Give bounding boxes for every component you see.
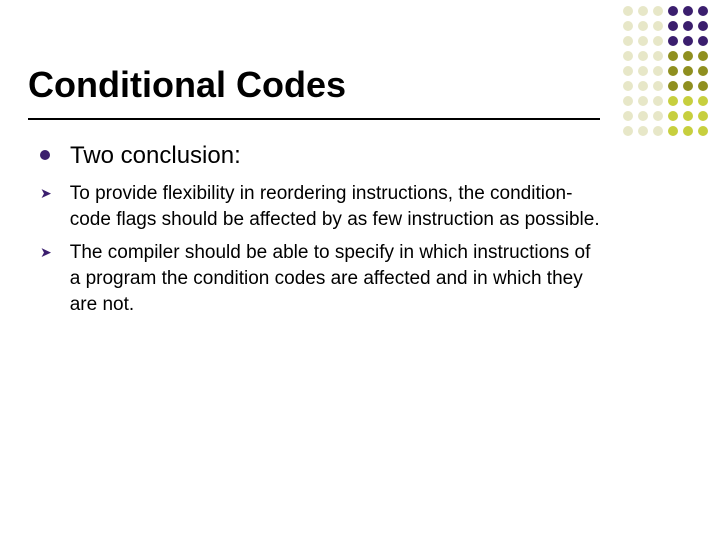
deco-dot-icon [668, 51, 678, 61]
deco-dot-icon [653, 36, 663, 46]
deco-dot-icon [623, 21, 633, 31]
deco-dot-icon [653, 96, 663, 106]
bullet-text: Two conclusion: [70, 140, 241, 171]
deco-dot-icon [638, 126, 648, 136]
deco-dot-icon [683, 126, 693, 136]
deco-dot-icon [653, 66, 663, 76]
bullet-row: Two conclusion: [40, 140, 600, 171]
deco-dot-icon [683, 51, 693, 61]
deco-dot-icon [653, 111, 663, 121]
deco-dot-icon [623, 81, 633, 91]
deco-dot-icon [698, 21, 708, 31]
deco-dot-icon [668, 81, 678, 91]
deco-dot-icon [653, 126, 663, 136]
deco-dot-icon [653, 21, 663, 31]
deco-dot-icon [698, 126, 708, 136]
deco-dot-icon [683, 66, 693, 76]
deco-dot-icon [623, 51, 633, 61]
deco-dot-icon [638, 96, 648, 106]
deco-dot-icon [638, 51, 648, 61]
deco-dot-icon [698, 111, 708, 121]
deco-dot-icon [653, 6, 663, 16]
deco-dot-icon [623, 111, 633, 121]
deco-dot-icon [698, 36, 708, 46]
deco-dot-icon [623, 36, 633, 46]
deco-dot-icon [638, 6, 648, 16]
deco-dot-icon [638, 66, 648, 76]
deco-dot-icon [638, 81, 648, 91]
deco-dot-icon [638, 21, 648, 31]
sub-bullet-text: The compiler should be able to specify i… [70, 240, 600, 317]
sub-bullet-row: ➤ The compiler should be able to specify… [40, 240, 600, 317]
deco-dot-icon [668, 36, 678, 46]
deco-dot-icon [653, 81, 663, 91]
deco-dot-icon [668, 96, 678, 106]
deco-dot-icon [668, 66, 678, 76]
deco-dot-icon [668, 6, 678, 16]
deco-dot-icon [683, 6, 693, 16]
deco-dot-icon [683, 81, 693, 91]
deco-dot-icon [638, 36, 648, 46]
deco-dot-icon [623, 96, 633, 106]
deco-dot-icon [698, 66, 708, 76]
slide: Conditional Codes Two conclusion: ➤ To p… [0, 0, 720, 540]
arrow-bullet-icon: ➤ [40, 185, 52, 202]
deco-dot-icon [653, 51, 663, 61]
deco-dot-icon [623, 66, 633, 76]
deco-dot-icon [668, 126, 678, 136]
slide-title: Conditional Codes [28, 64, 346, 106]
deco-dot-icon [623, 126, 633, 136]
deco-dot-icon [638, 111, 648, 121]
deco-dot-icon [698, 96, 708, 106]
sub-bullet-row: ➤ To provide flexibility in reordering i… [40, 181, 600, 232]
deco-dot-icon [683, 96, 693, 106]
arrow-bullet-icon: ➤ [40, 244, 52, 261]
deco-dot-icon [698, 6, 708, 16]
disc-bullet-icon [40, 150, 50, 160]
deco-dot-icon [698, 51, 708, 61]
deco-dot-icon [623, 6, 633, 16]
title-underline [28, 118, 600, 120]
deco-dot-icon [683, 21, 693, 31]
slide-body: Two conclusion: ➤ To provide flexibility… [40, 140, 600, 317]
deco-dot-icon [683, 111, 693, 121]
deco-dot-icon [683, 36, 693, 46]
sub-bullet-text: To provide flexibility in reordering ins… [70, 181, 600, 232]
deco-dot-icon [698, 81, 708, 91]
deco-dot-icon [668, 111, 678, 121]
decorative-dot-grid [623, 6, 710, 138]
deco-dot-icon [668, 21, 678, 31]
